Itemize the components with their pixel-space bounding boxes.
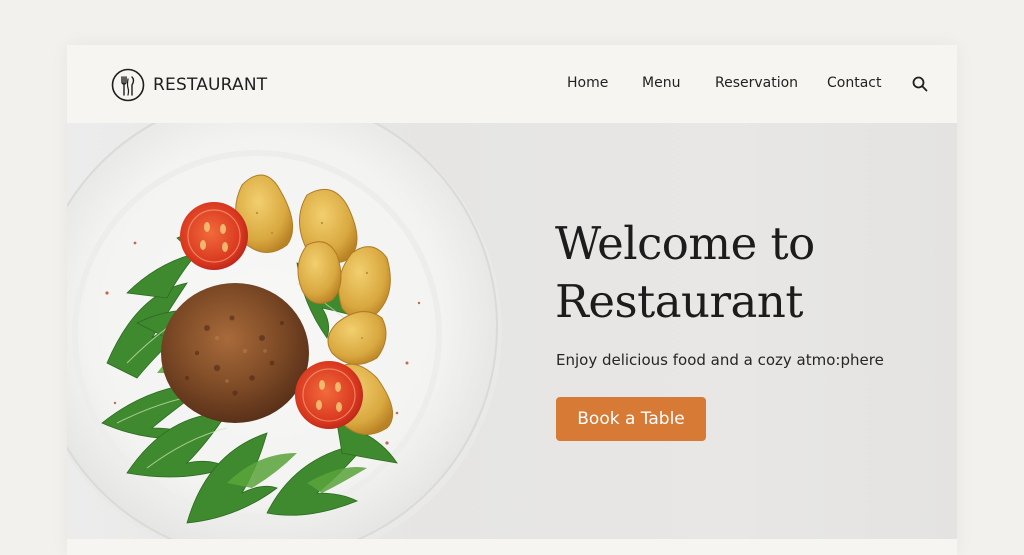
site-header: RESTAURANT Home Menu Reservation Contact	[67, 45, 957, 124]
hero-title-line2: Restaurant	[555, 275, 803, 328]
page-frame: RESTAURANT Home Menu Reservation Contact	[67, 45, 957, 555]
hero-title: Welcome to Restaurant	[555, 215, 935, 331]
nav-item-contact[interactable]: Contact	[827, 75, 881, 91]
brand-logo[interactable]: RESTAURANT	[111, 68, 267, 102]
book-table-button[interactable]: Book a Table	[556, 397, 706, 441]
brand-name: RESTAURANT	[153, 75, 268, 95]
nav-item-menu[interactable]: Menu	[642, 75, 680, 91]
hero-food-image	[67, 123, 502, 539]
nav-item-reservation[interactable]: Reservation	[715, 75, 798, 91]
search-icon[interactable]	[911, 75, 929, 93]
hero-section: Welcome to Restaurant Enjoy delicious fo…	[67, 123, 957, 539]
nav-item-home[interactable]: Home	[567, 75, 608, 91]
section-divider	[67, 539, 957, 555]
hero-subtitle: Enjoy delicious food and a cozy atmo:phe…	[556, 351, 884, 369]
hero-title-line1: Welcome to	[555, 217, 815, 270]
cutlery-bouquet-icon	[111, 68, 145, 102]
